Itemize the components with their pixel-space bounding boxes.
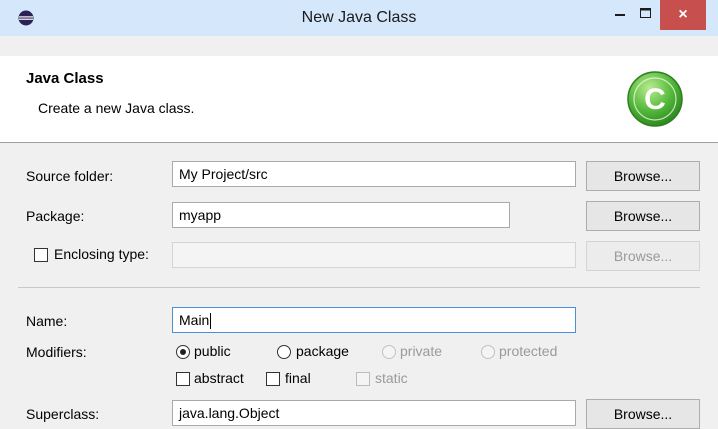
maximize-button[interactable] bbox=[632, 0, 660, 30]
wizard-title: Java Class bbox=[26, 70, 104, 87]
enclosing-type-label: Enclosing type: bbox=[54, 246, 149, 262]
wizard-header: Java Class Create a new Java class. C bbox=[0, 56, 718, 142]
superclass-input[interactable]: java.lang.Object bbox=[172, 400, 576, 426]
enclosing-type-browse-button[interactable]: Browse... bbox=[586, 241, 700, 271]
final-checkbox[interactable] bbox=[266, 372, 280, 386]
modifier-package-label: package bbox=[296, 343, 349, 359]
class-icon-letter: C bbox=[644, 83, 666, 116]
source-folder-input[interactable]: My Project/src bbox=[172, 161, 576, 187]
static-label: static bbox=[375, 370, 408, 386]
package-input[interactable]: myapp bbox=[172, 202, 510, 228]
source-folder-browse-button[interactable]: Browse... bbox=[586, 161, 700, 191]
modifier-protected-label: protected bbox=[499, 343, 558, 359]
superclass-label: Superclass: bbox=[26, 406, 100, 422]
enclosing-type-checkbox[interactable] bbox=[34, 248, 48, 262]
close-button[interactable]: × bbox=[660, 0, 706, 30]
name-input-value: Main bbox=[179, 312, 210, 328]
modifier-protected-radio[interactable] bbox=[481, 345, 495, 359]
abstract-label: abstract bbox=[194, 370, 244, 386]
modifier-private-label: private bbox=[400, 343, 443, 359]
final-label: final bbox=[285, 370, 311, 386]
modifier-public-radio[interactable] bbox=[176, 345, 190, 359]
wizard-description: Create a new Java class. bbox=[38, 100, 195, 116]
abstract-checkbox[interactable] bbox=[176, 372, 190, 386]
form-separator bbox=[18, 287, 700, 288]
name-label: Name: bbox=[26, 313, 68, 329]
text-cursor bbox=[210, 313, 212, 330]
name-input[interactable]: Main bbox=[172, 307, 576, 333]
package-label: Package: bbox=[26, 208, 85, 224]
title-bar: New Java Class × bbox=[0, 0, 718, 36]
modifier-private-radio[interactable] bbox=[382, 345, 396, 359]
minimize-button[interactable] bbox=[608, 0, 634, 30]
modifier-package-radio[interactable] bbox=[277, 345, 291, 359]
maximize-icon bbox=[640, 8, 651, 18]
modifier-public-label: public bbox=[194, 343, 231, 359]
package-browse-button[interactable]: Browse... bbox=[586, 201, 700, 231]
source-folder-label: Source folder: bbox=[26, 168, 114, 184]
superclass-browse-button[interactable]: Browse... bbox=[586, 399, 700, 429]
close-icon: × bbox=[678, 6, 688, 23]
static-checkbox[interactable] bbox=[356, 372, 370, 386]
header-divider bbox=[0, 142, 718, 143]
enclosing-type-input[interactable] bbox=[172, 242, 576, 268]
modifiers-label: Modifiers: bbox=[26, 344, 87, 360]
java-class-icon: C bbox=[627, 71, 683, 127]
minimize-icon bbox=[615, 14, 625, 16]
